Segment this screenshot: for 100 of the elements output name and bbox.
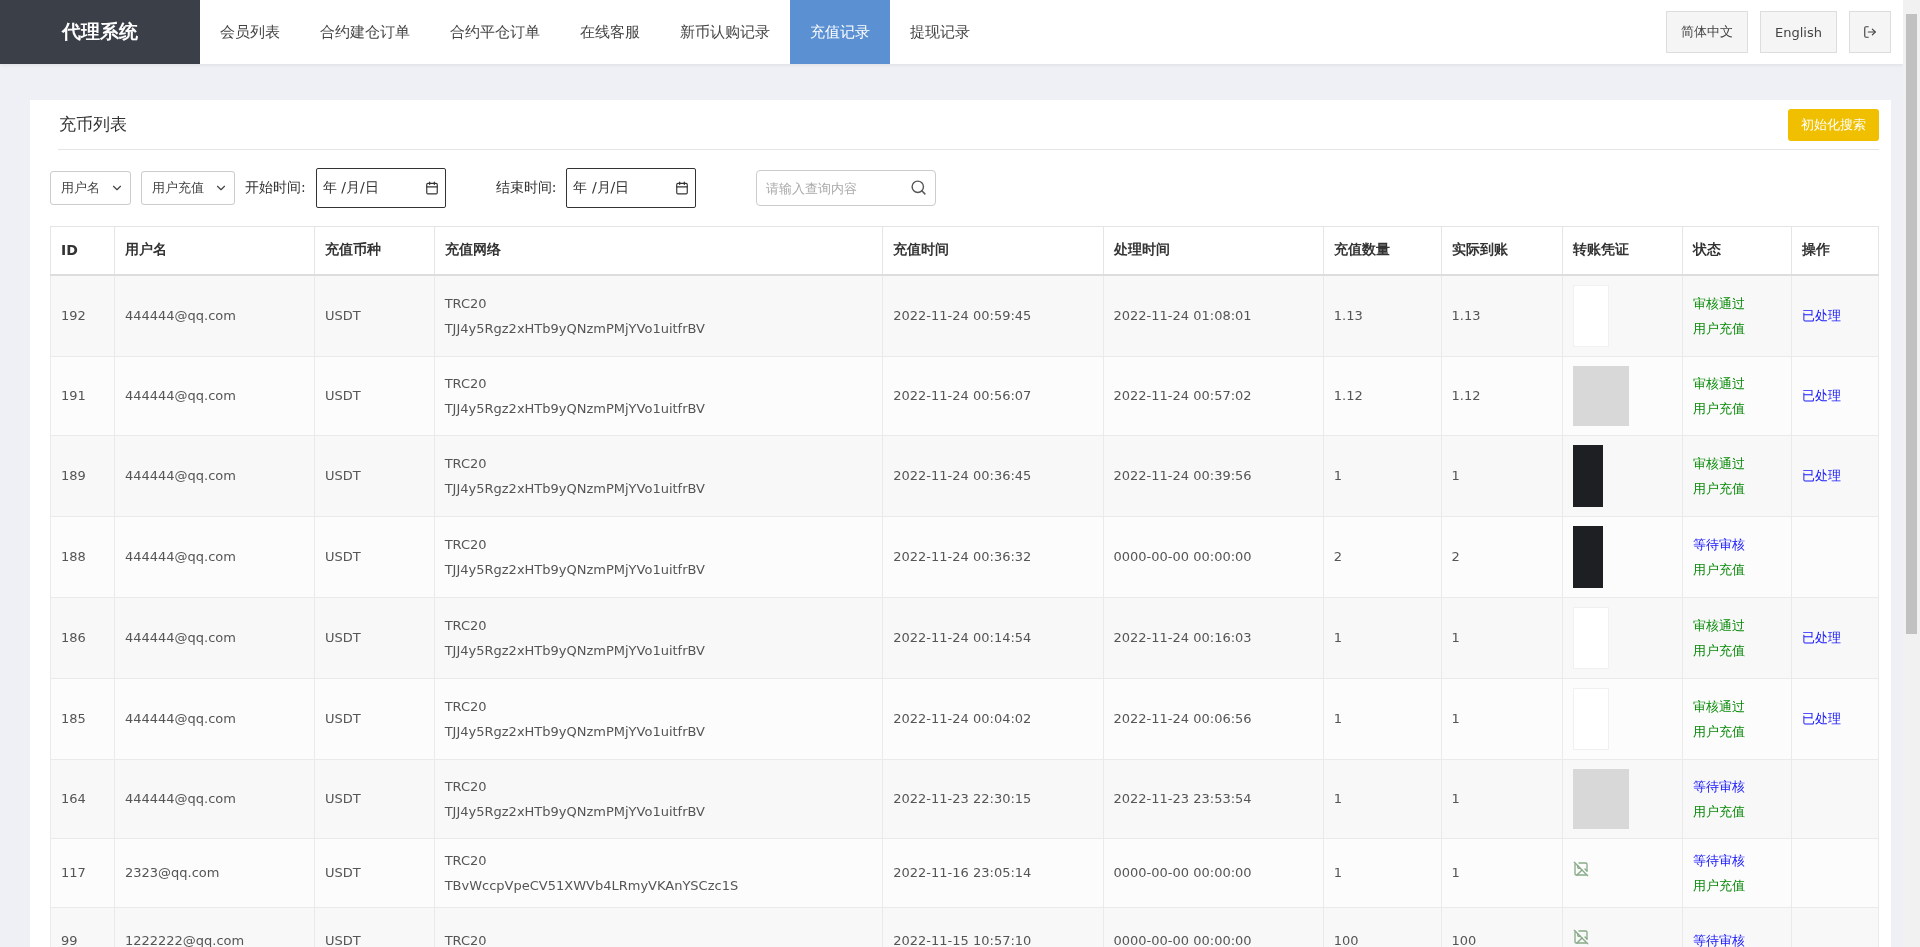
table-cell: 2022-11-24 00:59:45 [882, 274, 1104, 356]
table-cell: 444444@qq.com [114, 356, 315, 435]
table-cell: 2022-11-16 23:05:14 [882, 838, 1104, 907]
date-field[interactable]: 年 /月/日 [315, 168, 446, 208]
status-text: 用户充值 [1693, 641, 1747, 660]
network-text: TJJ4y5Rgz2xHTb9yQNzmPMjYVo1uitfrBV [444, 641, 706, 660]
status-text: 等待审核 [1693, 931, 1747, 947]
search-field[interactable]: 请输入查询内容 [756, 170, 937, 206]
nav-tab[interactable]: 合约建仓订单 [300, 0, 430, 64]
status-text: 审核通过 [1693, 697, 1747, 716]
photo-placeholder[interactable] [1573, 768, 1630, 829]
language-button[interactable]: 简体中文 [1666, 11, 1749, 53]
status-text: 用户充值 [1693, 802, 1747, 821]
table-cell: 1 [1441, 435, 1563, 516]
nav-tab[interactable]: 新币认购记录 [660, 0, 790, 64]
table-cell: 2022-11-23 23:53:54 [1103, 759, 1324, 838]
table-cell: 188 [50, 516, 115, 597]
column-header: 充值网络 [434, 226, 883, 275]
field-label: 结束时间: [495, 179, 557, 197]
table-cell: 186 [50, 597, 115, 678]
network-text: TJJ4y5Rgz2xHTb9yQNzmPMjYVo1uitfrBV [444, 479, 706, 498]
filter-select[interactable]: 用户名 [50, 171, 131, 205]
logout-button[interactable] [1849, 11, 1891, 53]
table-cell: 185 [50, 678, 115, 759]
screenshot-thumbnail[interactable] [1573, 525, 1604, 588]
status-text: 等待审核 [1693, 777, 1747, 796]
table-cell: 1 [1323, 759, 1441, 838]
table-cell: USDT [314, 597, 435, 678]
network-text: TRC20 [444, 697, 488, 716]
processed-link[interactable]: 已处理 [1801, 308, 1841, 323]
table-cell: 1 [1441, 597, 1563, 678]
field-label: 开始时间: [245, 179, 306, 197]
network-text: TJJ4y5Rgz2xHTb9yQNzmPMjYVo1uitfrBV [444, 802, 706, 821]
nav-tab[interactable]: 会员列表 [200, 0, 300, 64]
card-title: 充币列表 [58, 113, 127, 136]
table-cell: 444444@qq.com [114, 678, 315, 759]
table-cell: 2022-11-24 00:36:45 [882, 435, 1104, 516]
processed-link[interactable]: 已处理 [1801, 630, 1841, 645]
table-cell: 2022-11-24 00:14:54 [882, 597, 1104, 678]
table-cell: 1 [1323, 597, 1441, 678]
column-header: 转账凭证 [1562, 226, 1683, 275]
filter-select[interactable]: 用户充值 [141, 171, 235, 205]
table-cell: 2022-11-24 00:16:03 [1103, 597, 1324, 678]
calendar-icon [675, 181, 690, 195]
table-cell: 1 [1441, 678, 1563, 759]
table-cell: 1 [1323, 838, 1441, 907]
table-cell: 0000-00-00 00:00:00 [1103, 838, 1324, 907]
column-header: 充值币种 [314, 226, 435, 275]
network-text: TRC20 [444, 535, 488, 554]
column-header: ID [50, 226, 115, 275]
network-text: TRC20 [444, 777, 488, 796]
table-cell: 2 [1441, 516, 1563, 597]
scrollbar-thumb[interactable] [1906, 14, 1917, 634]
status-text: 用户充值 [1693, 399, 1747, 418]
network-text: TRC20 [444, 294, 488, 313]
column-header: 实际到账 [1441, 226, 1563, 275]
table-cell: 99 [50, 907, 115, 947]
table-cell: 189 [50, 435, 115, 516]
column-header: 充值数量 [1323, 226, 1441, 275]
table-cell: 1 [1323, 435, 1441, 516]
table-cell: USDT [314, 678, 435, 759]
nav-tab[interactable]: 提现记录 [890, 0, 990, 64]
table-cell: 2022-11-24 00:57:02 [1103, 356, 1324, 435]
table-cell: 2022-11-24 00:06:56 [1103, 678, 1324, 759]
logout-icon [1863, 25, 1877, 39]
table-cell: 444444@qq.com [114, 435, 315, 516]
column-header: 状态 [1682, 226, 1792, 275]
column-header: 充值时间 [882, 226, 1104, 275]
screenshot-thumbnail[interactable] [1573, 444, 1604, 507]
processed-link[interactable]: 已处理 [1801, 388, 1841, 403]
table-cell: 2022-11-23 22:30:15 [882, 759, 1104, 838]
status-text: 等待审核 [1693, 535, 1747, 554]
table-cell: 1.12 [1323, 356, 1441, 435]
network-text: TBvWccpVpeCV51XWVb4LRmyVKAnYSCzc1S [444, 876, 740, 895]
table-cell: 1.13 [1441, 274, 1563, 356]
table-cell: 164 [50, 759, 115, 838]
nav-tab[interactable]: 合约平仓订单 [430, 0, 560, 64]
network-text: TJJ4y5Rgz2xHTb9yQNzmPMjYVo1uitfrBV [444, 319, 706, 338]
status-text: 审核通过 [1693, 294, 1747, 313]
table-cell: USDT [314, 516, 435, 597]
photo-placeholder[interactable] [1573, 365, 1630, 426]
nav-tab[interactable]: 在线客服 [560, 0, 660, 64]
network-text: TRC20 [444, 374, 488, 393]
processed-link[interactable]: 已处理 [1801, 468, 1841, 483]
table-cell: 444444@qq.com [114, 516, 315, 597]
processed-link[interactable]: 已处理 [1801, 711, 1841, 726]
date-field[interactable]: 年 /月/日 [566, 168, 697, 208]
language-button[interactable]: English [1760, 11, 1837, 53]
table-cell: USDT [314, 435, 435, 516]
status-text: 审核通过 [1693, 374, 1747, 393]
table-cell: 2022-11-24 01:08:01 [1103, 274, 1324, 356]
table-cell: 117 [50, 838, 115, 907]
table-cell: USDT [314, 274, 435, 356]
network-text: TJJ4y5Rgz2xHTb9yQNzmPMjYVo1uitfrBV [444, 399, 706, 418]
network-text: TJJ4y5Rgz2xHTb9yQNzmPMjYVo1uitfrBV [444, 722, 706, 741]
table-cell: 444444@qq.com [114, 597, 315, 678]
network-text: TRC20 [444, 616, 488, 635]
table-cell: 191 [50, 356, 115, 435]
table-cell: 2 [1323, 516, 1441, 597]
network-text: TRC20 [444, 931, 488, 947]
